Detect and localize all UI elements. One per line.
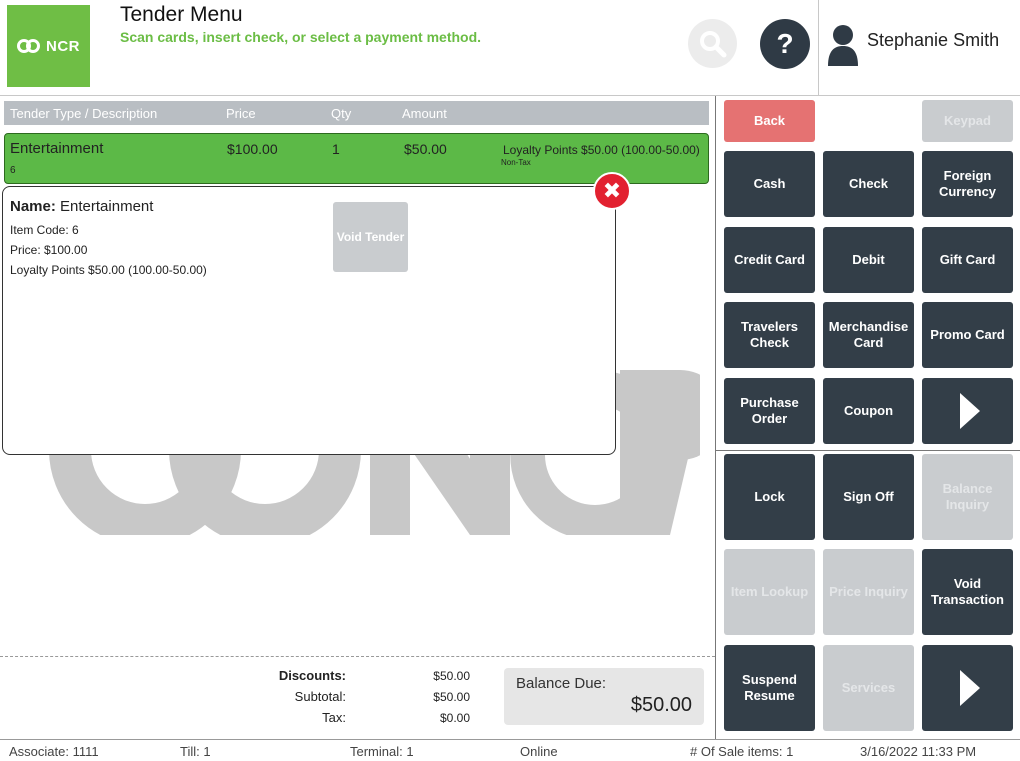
arrow-right-icon <box>959 670 980 706</box>
services-button[interactable]: Services <box>823 645 914 731</box>
header-bar: NCR Tender Menu Scan cards, insert check… <box>0 0 1020 96</box>
status-datetime: 3/16/2022 11:33 PM <box>860 744 977 759</box>
detail-name-label: Name: <box>10 198 56 215</box>
detail-loyalty: Loyalty Points $50.00 (100.00-50.00) <box>10 263 207 277</box>
balance-inquiry-button[interactable]: Balance Inquiry <box>922 454 1013 540</box>
keypad-button[interactable]: Keypad <box>922 100 1013 142</box>
balance-due-label: Balance Due: <box>516 675 607 692</box>
status-till: Till: 1 <box>180 744 211 759</box>
row-tax-status: Non-Tax <box>501 158 531 167</box>
merchandise-card-button[interactable]: Merchandise Card <box>823 302 914 368</box>
item-lookup-button[interactable]: Item Lookup <box>724 549 815 635</box>
column-header-amount: Amount <box>402 106 447 121</box>
totals-divider <box>0 656 715 657</box>
row-qty: 1 <box>332 141 340 157</box>
status-sale-items: # Of Sale items: 1 <box>690 744 794 759</box>
ncr-logo: NCR <box>7 5 90 87</box>
detail-name: Name: Entertainment <box>10 198 153 215</box>
column-header-price: Price <box>226 106 256 121</box>
search-button[interactable] <box>688 19 737 68</box>
button-group-divider <box>716 450 1020 451</box>
help-icon: ? <box>776 28 794 59</box>
row-loyalty-note: Loyalty Points $50.00 (100.00-50.00) <box>503 143 700 157</box>
column-header-description: Tender Type / Description <box>10 106 158 121</box>
panel-divider <box>715 96 716 739</box>
column-header-qty: Qty <box>331 106 352 121</box>
user-name[interactable]: Stephanie Smith <box>867 30 999 51</box>
balance-due-value: $50.00 <box>630 694 692 716</box>
row-description: Entertainment <box>10 140 104 157</box>
detail-item-code: Item Code: 6 <box>10 223 79 237</box>
tax-value: $0.00 <box>439 711 470 725</box>
status-associate: Associate: 1111 <box>9 744 99 759</box>
page-title: Tender Menu <box>120 3 243 26</box>
foreign-currency-button[interactable]: Foreign Currency <box>922 151 1013 217</box>
discounts-label: Discounts: <box>278 668 346 683</box>
help-button[interactable]: ? <box>760 19 810 69</box>
promo-card-button[interactable]: Promo Card <box>922 302 1013 368</box>
search-icon <box>699 30 726 57</box>
gift-card-button[interactable]: Gift Card <box>922 227 1013 293</box>
detail-price: Price: $100.00 <box>10 243 88 257</box>
lock-button[interactable]: Lock <box>724 454 815 540</box>
back-button[interactable]: Back <box>724 100 815 142</box>
close-popup-button[interactable]: ✖ <box>593 172 631 210</box>
cash-button[interactable]: Cash <box>724 151 815 217</box>
travelers-check-button[interactable]: Travelers Check <box>724 302 815 368</box>
status-online: Online <box>520 744 558 759</box>
row-code: 6 <box>10 165 16 176</box>
purchase-order-button[interactable]: Purchase Order <box>724 378 815 444</box>
status-terminal: Terminal: 1 <box>350 744 414 759</box>
subtotal-label: Subtotal: <box>294 689 346 704</box>
next-tenders-button[interactable] <box>922 378 1013 444</box>
debit-button[interactable]: Debit <box>823 227 914 293</box>
discounts-value: $50.00 <box>433 669 470 683</box>
tender-detail-popup: Name: Entertainment Item Code: 6 Price: … <box>2 186 616 455</box>
row-amount: $50.00 <box>404 141 447 157</box>
close-icon: ✖ <box>602 178 622 203</box>
void-transaction-button[interactable]: Void Transaction <box>922 549 1013 635</box>
logo-text: NCR <box>46 37 80 55</box>
suspend-resume-button[interactable]: Suspend Resume <box>724 645 815 731</box>
price-inquiry-button[interactable]: Price Inquiry <box>823 549 914 635</box>
sign-off-button[interactable]: Sign Off <box>823 454 914 540</box>
user-avatar-icon <box>828 25 858 66</box>
ncr-rings-icon <box>17 39 43 53</box>
tender-table-header: Tender Type / Description Price Qty Amou… <box>4 101 709 125</box>
status-bar: Associate: 1111 Till: 1 Terminal: 1 Onli… <box>0 739 1020 761</box>
detail-name-value: Entertainment <box>60 198 154 215</box>
balance-due-panel: Balance Due: $50.00 <box>504 668 704 725</box>
header-divider <box>818 0 819 96</box>
row-price: $100.00 <box>227 141 278 157</box>
next-functions-button[interactable] <box>922 645 1013 731</box>
tax-label: Tax: <box>322 710 346 725</box>
check-button[interactable]: Check <box>823 151 914 217</box>
credit-card-button[interactable]: Credit Card <box>724 227 815 293</box>
void-tender-button[interactable]: Void Tender <box>333 202 408 272</box>
subtotal-value: $50.00 <box>433 690 470 704</box>
page-subtitle: Scan cards, insert check, or select a pa… <box>120 29 482 45</box>
coupon-button[interactable]: Coupon <box>823 378 914 444</box>
arrow-right-icon <box>959 393 980 429</box>
